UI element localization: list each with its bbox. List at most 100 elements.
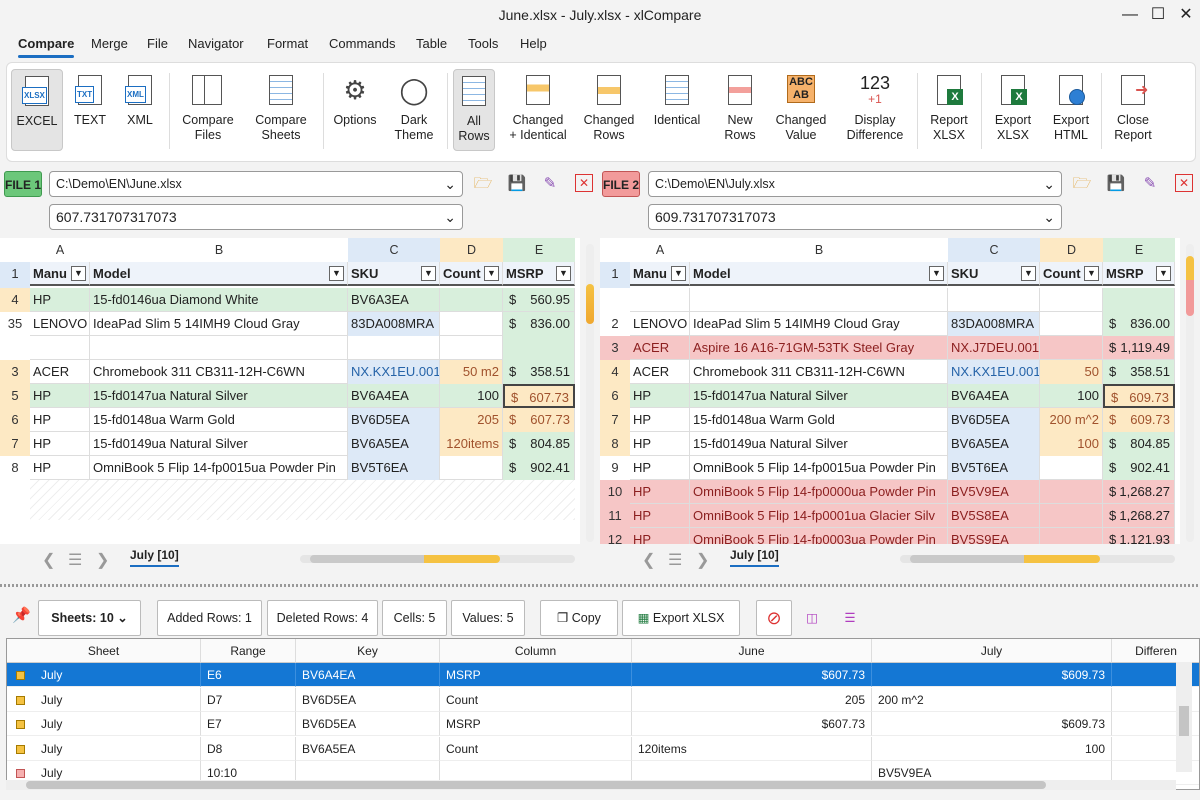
file2-path-combo[interactable]: C:\Demo\EN\July.xlsx ⌄	[648, 171, 1062, 197]
results-column-header[interactable]: Key	[296, 639, 440, 663]
column-header-cell[interactable]: Model ▼	[90, 262, 348, 286]
menu-table[interactable]: Table	[408, 32, 455, 56]
msrp-cell[interactable]: $836.00	[503, 312, 575, 336]
grid1-sheet-tab[interactable]: July [10]	[130, 548, 179, 567]
table-cell[interactable]: BV5T6EA	[348, 456, 440, 480]
clear-icon[interactable]: ⊘	[756, 600, 792, 636]
table-cell[interactable]: BV5V9EA	[948, 480, 1040, 504]
column-header-cell[interactable]: MSRP ▼	[503, 262, 575, 286]
table-cell[interactable]	[30, 336, 90, 360]
table-cell[interactable]: BV6D5EA	[948, 408, 1040, 432]
column-header-D[interactable]: D	[440, 238, 503, 262]
table-cell[interactable]: LENOVO	[30, 312, 90, 336]
table-cell[interactable]: Chromebook 311 CB311-12H-C6WN	[690, 360, 948, 384]
grid2-sheet-tab[interactable]: July [10]	[730, 548, 779, 567]
msrp-cell[interactable]: $1,268.27	[1103, 504, 1175, 528]
table-cell[interactable]: BV6A4EA	[948, 384, 1040, 408]
menu-navigator[interactable]: Navigator	[180, 32, 252, 56]
table-cell[interactable]: OmniBook 5 Flip 14-fp0015ua Powder Pin	[690, 456, 948, 480]
table-cell[interactable]: OmniBook 5 Flip 14-fp0003ua Powder Pin	[690, 528, 948, 544]
msrp-cell[interactable]: $609.73	[1103, 408, 1175, 432]
export-xlsx-button[interactable]: X Export XLSX	[985, 69, 1041, 151]
results-row[interactable]: July E6 BV6A4EA MSRP $607.73 $609.73	[7, 663, 1199, 687]
table-cell[interactable]: ACER	[630, 360, 690, 384]
column-header-A[interactable]: A	[630, 238, 690, 262]
next-sheet-icon[interactable]: ❯	[96, 550, 109, 570]
msrp-cell[interactable]: $902.41	[503, 456, 575, 480]
table-cell[interactable]	[1040, 480, 1103, 504]
table-cell[interactable]: LENOVO	[630, 312, 690, 336]
file1-value-combo[interactable]: 607.731707317073 ⌄	[49, 204, 463, 230]
table-cell[interactable]: HP	[630, 504, 690, 528]
filter-dropdown-icon[interactable]: ▼	[1156, 266, 1171, 281]
filter-dropdown-icon[interactable]: ▼	[71, 266, 86, 281]
folder-open-icon[interactable]: 🗁	[473, 174, 493, 194]
column-header-C[interactable]: C	[948, 238, 1040, 262]
column-header-cell[interactable]: MSRP ▼	[1103, 262, 1175, 286]
sheet-list-icon[interactable]: ☰	[68, 550, 82, 570]
msrp-cell[interactable]: $836.00	[1103, 312, 1175, 336]
changed-value-button[interactable]: ABC AB Changed Value	[769, 69, 833, 151]
all-rows-button[interactable]: All Rows	[453, 69, 495, 151]
table-cell[interactable]: 50	[1040, 360, 1103, 384]
table-cell[interactable]: 15-fd0149ua Natural Silver	[90, 432, 348, 456]
table-cell[interactable]: 120items	[440, 432, 503, 456]
table-cell[interactable]: BV5S8EA	[948, 504, 1040, 528]
column-header-B[interactable]: B	[690, 238, 948, 262]
close-icon[interactable]: ✕	[1168, 0, 1200, 30]
column-header-cell[interactable]: SKU ▼	[948, 262, 1040, 286]
menu-tools[interactable]: Tools	[460, 32, 506, 56]
table-cell[interactable]	[440, 312, 503, 336]
menu-file[interactable]: File	[139, 32, 176, 56]
close-report-button[interactable]: ➜ Close Report	[1105, 69, 1161, 151]
msrp-cell[interactable]: $609.73	[1103, 384, 1175, 408]
changed-rows-button[interactable]: Changed Rows	[581, 69, 637, 151]
added-rows-button[interactable]: Added Rows: 1	[157, 600, 262, 636]
dark-theme-button[interactable]: ◯ Dark Theme	[387, 69, 441, 151]
file1-grid[interactable]: A B C D E 1 Manu ▼ Model ▼ SKU ▼ Count ▼ MSRP ▼ 4 HP 15-fd…	[0, 238, 580, 544]
filter-dropdown-icon[interactable]: ▼	[556, 266, 571, 281]
table-cell[interactable]	[440, 288, 503, 312]
results-row[interactable]: July D7 BV6D5EA Count 205 200 m^2	[7, 687, 1199, 712]
filter-dropdown-icon[interactable]: ▼	[1021, 266, 1036, 281]
msrp-cell[interactable]: $1,119.49	[1103, 336, 1175, 360]
table-cell[interactable]	[90, 336, 348, 360]
table-cell[interactable]: 100	[1040, 432, 1103, 456]
table-cell[interactable]	[1040, 288, 1103, 312]
table-cell[interactable]	[348, 336, 440, 360]
msrp-cell[interactable]	[503, 336, 575, 360]
msrp-cell[interactable]: $607.73	[503, 408, 575, 432]
table-cell[interactable]: OmniBook 5 Flip 14-fp0000ua Powder Pin	[690, 480, 948, 504]
column-header-cell[interactable]: Manu ▼	[630, 262, 690, 286]
grid2-vertical-scrollbar[interactable]	[1186, 244, 1194, 542]
export-xlsx-panel-button[interactable]: ▦ Export XLSX	[622, 600, 740, 636]
table-cell[interactable]: 15-fd0148ua Warm Gold	[690, 408, 948, 432]
prev-sheet-icon[interactable]: ❮	[42, 550, 55, 570]
results-row[interactable]: July E7 BV6D5EA MSRP $607.73 $609.73	[7, 712, 1199, 736]
msrp-cell[interactable]	[1103, 288, 1175, 312]
menu-compare[interactable]: Compare	[10, 32, 82, 58]
results-column-header[interactable]: July	[872, 639, 1112, 663]
results-column-header[interactable]: Differen	[1112, 639, 1199, 663]
excel-button[interactable]: XLSX EXCEL	[11, 69, 63, 151]
column-header-E[interactable]: E	[503, 238, 575, 262]
results-vertical-scrollbar[interactable]	[1176, 662, 1192, 772]
edit-icon[interactable]: ✎	[1140, 174, 1160, 194]
grid1-horizontal-scrollbar[interactable]	[300, 555, 575, 563]
results-column-header[interactable]: Sheet	[7, 639, 201, 663]
table-cell[interactable]	[948, 288, 1040, 312]
table-cell[interactable]: 15-fd0147ua Natural Silver	[90, 384, 348, 408]
xml-button[interactable]: XML XML	[117, 69, 163, 151]
table-cell[interactable]: HP	[30, 432, 90, 456]
menu-commands[interactable]: Commands	[321, 32, 403, 56]
table-cell[interactable]	[1040, 336, 1103, 360]
msrp-cell[interactable]: $607.73	[503, 384, 575, 408]
close-file1-icon[interactable]: ✕	[575, 174, 593, 192]
filter-dropdown-icon[interactable]: ▼	[421, 266, 436, 281]
close-file2-icon[interactable]: ✕	[1175, 174, 1193, 192]
table-cell[interactable]: IdeaPad Slim 5 14IMH9 Cloud Gray	[690, 312, 948, 336]
table-cell[interactable]: BV6A4EA	[348, 384, 440, 408]
table-cell[interactable]: BV5T6EA	[948, 456, 1040, 480]
table-cell[interactable]: OmniBook 5 Flip 14-fp0015ua Powder Pin	[90, 456, 348, 480]
column-header-B[interactable]: B	[90, 238, 348, 262]
